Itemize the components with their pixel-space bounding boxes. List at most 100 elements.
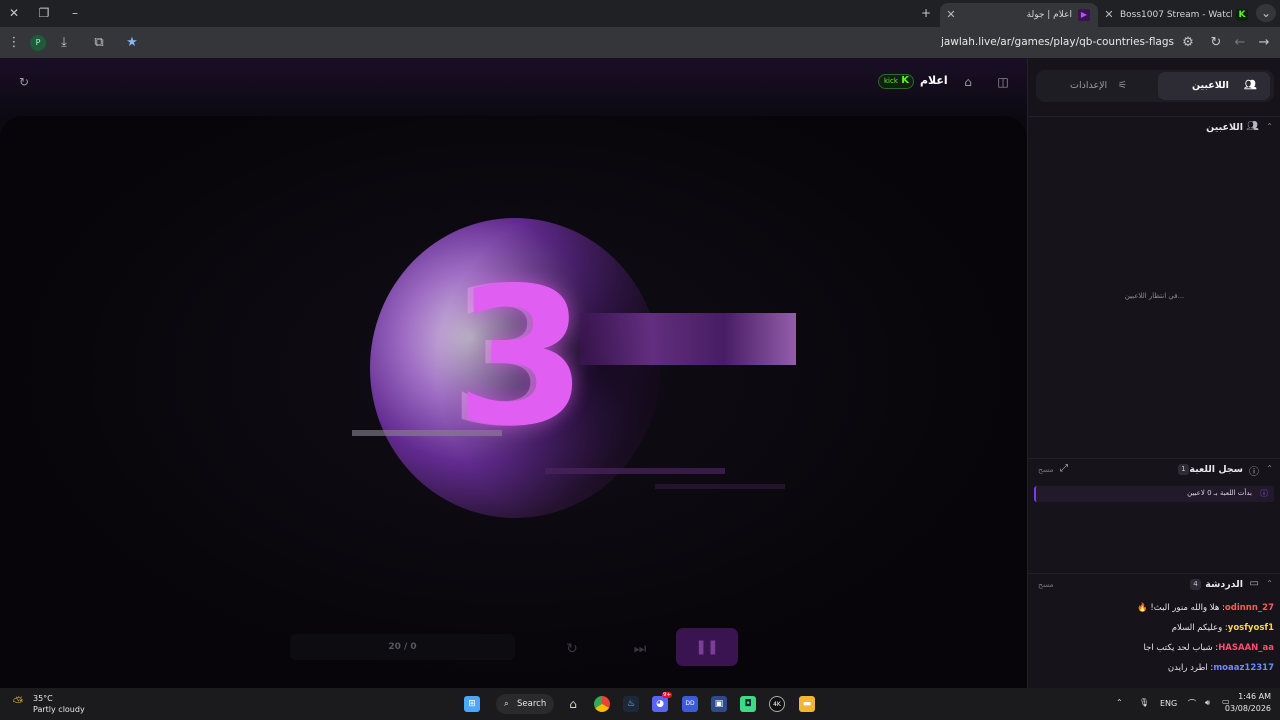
sliders-icon: ⚟ <box>1118 80 1127 91</box>
game-header: ↻ kick K اعلام ⌂ ◫ <box>0 58 1027 108</box>
restore-icon[interactable]: ❐ <box>34 4 54 22</box>
info-icon: ⓘ <box>1260 489 1268 498</box>
weather-desc: Partly cloudy <box>33 705 85 714</box>
minimize-icon[interactable]: – <box>65 4 85 22</box>
tab-close-icon[interactable]: ✕ <box>1102 3 1116 27</box>
home-app-icon[interactable]: ⌂ <box>565 696 581 712</box>
log-clear-button[interactable]: مسح <box>1038 465 1054 474</box>
search-icon: ⌕ <box>504 699 509 709</box>
volume-icon[interactable]: 🔊︎ <box>1205 698 1210 708</box>
weather-icon[interactable]: ⛅︎ <box>10 695 26 711</box>
microphone-icon[interactable]: 🎙︎ <box>1139 698 1149 707</box>
game-area: ↻ kick K اعلام ⌂ ◫ 3 20 / 0 ↻ ⏭ ❚❚ <box>0 58 1027 688</box>
log-entry-text: بدأت اللعبة بـ 0 لاعبين <box>1187 489 1252 497</box>
glitch-bar <box>580 313 796 365</box>
file-explorer-icon[interactable]: ▬ <box>799 696 815 712</box>
kebab-menu-icon[interactable]: ⋮ <box>4 33 24 53</box>
chat-message: moaaz12317: اطرد رايدن <box>1167 663 1274 673</box>
taskbar-search[interactable]: ⌕ Search <box>496 694 554 714</box>
chat-count-badge: 4 <box>1190 579 1201 590</box>
tab-title: اعلام | جولة <box>1026 10 1072 20</box>
game-log-section-header[interactable]: مسح ⤢ ⌃ ⓘ سجل اللعبة 1 <box>1028 458 1280 480</box>
log-count-badge: 1 <box>1178 464 1189 475</box>
chat-title: الدردشة <box>1205 579 1243 590</box>
info-icon: ⓘ <box>1249 467 1259 478</box>
clock-time[interactable]: 1:46 AM <box>1237 692 1271 701</box>
tab-players[interactable]: اللاعبين 👥︎ <box>1158 72 1270 100</box>
chat-username[interactable]: yosfyosf1 <box>1228 623 1274 633</box>
tab-title: Boss1007 Stream - Watch Live o <box>1120 10 1232 20</box>
app-icon[interactable]: ▣ <box>711 696 727 712</box>
browser-titlebar: ✕ ❐ – + ✕ اعلام | جولة ▶ ✕ Boss1007 Stre… <box>0 0 1280 27</box>
network-icon[interactable]: ⌒ <box>1188 698 1196 709</box>
pause-button[interactable]: ❚❚ <box>676 628 738 666</box>
restart-button[interactable]: ↻ <box>542 634 602 664</box>
close-window-icon[interactable]: ✕ <box>4 4 24 22</box>
chat-text: اطرد رايدن <box>1167 663 1208 673</box>
site-settings-icon[interactable]: ⚙ <box>1178 33 1198 53</box>
reload-icon[interactable]: ↻ <box>1206 33 1226 53</box>
chevron-up-icon[interactable]: ⌃ <box>1266 579 1273 588</box>
countdown-number: 3 <box>455 247 588 468</box>
download-icon[interactable]: ⤓ <box>54 33 74 53</box>
tab-close-icon[interactable]: ✕ <box>944 3 958 27</box>
kick-logo-icon: K <box>901 75 909 86</box>
sidebar-toggle-icon[interactable]: ◫ <box>995 74 1011 90</box>
players-title: اللاعبين <box>1206 122 1243 133</box>
tab-jawlah[interactable]: ✕ اعلام | جولة ▶ <box>940 3 1098 27</box>
chat-username[interactable]: moaaz12317 <box>1213 663 1274 673</box>
bookmark-star-icon[interactable]: ★ <box>122 33 142 53</box>
chat-text: هلا والله منور البث! <box>1150 603 1220 613</box>
weather-temp: 35°C <box>33 694 53 703</box>
users-icon: 👥︎ <box>1244 80 1257 91</box>
app-4k-icon[interactable]: 4K <box>769 696 785 712</box>
kick-label: kick <box>884 77 898 85</box>
new-tab-button[interactable]: + <box>916 4 936 22</box>
tab-settings[interactable]: الإعدادات ⚟ <box>1040 72 1152 100</box>
address-bar-url[interactable]: jawlah.live/ar/games/play/qb-countries-f… <box>941 36 1174 48</box>
chrome-icon[interactable] <box>594 696 610 712</box>
steam-icon[interactable]: ♨ <box>623 696 639 712</box>
expand-icon[interactable]: ⤢ <box>1060 463 1068 474</box>
chevron-up-icon[interactable]: ⌃ <box>1266 464 1273 473</box>
chat-section-header[interactable]: مسح ⌃ ▭ الدردشة 4 <box>1028 573 1280 595</box>
chat-username[interactable]: odinnn_27 <box>1225 603 1274 613</box>
puzzle-icon[interactable]: ⧉ <box>89 33 109 53</box>
home-icon[interactable]: ⌂ <box>960 74 976 90</box>
chat-text: شباب لحد يكتب اجا <box>1143 643 1213 653</box>
players-tab-label: اللاعبين <box>1192 80 1229 91</box>
profile-avatar[interactable]: P <box>30 35 46 51</box>
players-section-header[interactable]: ⌃ 👥︎ اللاعبين <box>1028 116 1280 138</box>
tab-kick[interactable]: ✕ Boss1007 Stream - Watch Live o K <box>1100 3 1252 27</box>
sidebar: الإعدادات ⚟ اللاعبين 👥︎ ⌃ 👥︎ اللاعبين في… <box>1027 58 1280 688</box>
clock-date[interactable]: 03/08/2026 <box>1223 704 1271 713</box>
kick-favicon-icon: K <box>1236 9 1248 21</box>
windows-start-icon[interactable]: ⊞ <box>464 696 480 712</box>
chat-username[interactable]: HASAAN_aa <box>1218 643 1274 653</box>
app-icon[interactable]: ◘ <box>740 696 756 712</box>
tray-overflow-icon[interactable]: ⌃ <box>1116 698 1123 707</box>
chevron-up-icon[interactable]: ⌃ <box>1266 122 1273 131</box>
chat-emoji: 🔥 <box>1137 603 1148 613</box>
discord-badge: 9+ <box>662 692 673 698</box>
jawlah-favicon-icon: ▶ <box>1078 9 1090 21</box>
tab-search-icon[interactable]: ⌄ <box>1256 4 1276 22</box>
waiting-players-text: في انتظار اللاعبين... <box>1124 292 1185 300</box>
refresh-icon[interactable]: ↻ <box>16 74 32 90</box>
app-dd-icon[interactable]: DD <box>682 696 698 712</box>
users-icon: 👥︎ <box>1246 121 1259 132</box>
chat-clear-button[interactable]: مسح <box>1038 580 1054 589</box>
game-log-title: سجل اللعبة <box>1189 464 1243 475</box>
language-indicator[interactable]: ENG <box>1160 699 1177 708</box>
forward-icon[interactable]: ← <box>1230 33 1250 53</box>
chat-message: yosfyosf1: وعليكم السلام <box>1171 623 1274 633</box>
log-entry: بدأت اللعبة بـ 0 لاعبين ⓘ <box>1034 486 1274 502</box>
discord-icon[interactable]: ◕ <box>652 696 668 712</box>
chat-message: HASAAN_aa: شباب لحد يكتب اجا <box>1143 643 1275 653</box>
windows-taskbar: ⛅︎ 35°C Partly cloudy ⊞ ⌕ Search ⌂ ♨ ◕ 9… <box>0 688 1280 720</box>
search-label: Search <box>517 699 547 709</box>
back-icon[interactable]: → <box>1254 33 1274 53</box>
skip-button[interactable]: ⏭ <box>610 634 670 664</box>
sidebar-tabs: الإعدادات ⚟ اللاعبين 👥︎ <box>1036 70 1274 102</box>
kick-badge[interactable]: kick K <box>878 74 914 89</box>
